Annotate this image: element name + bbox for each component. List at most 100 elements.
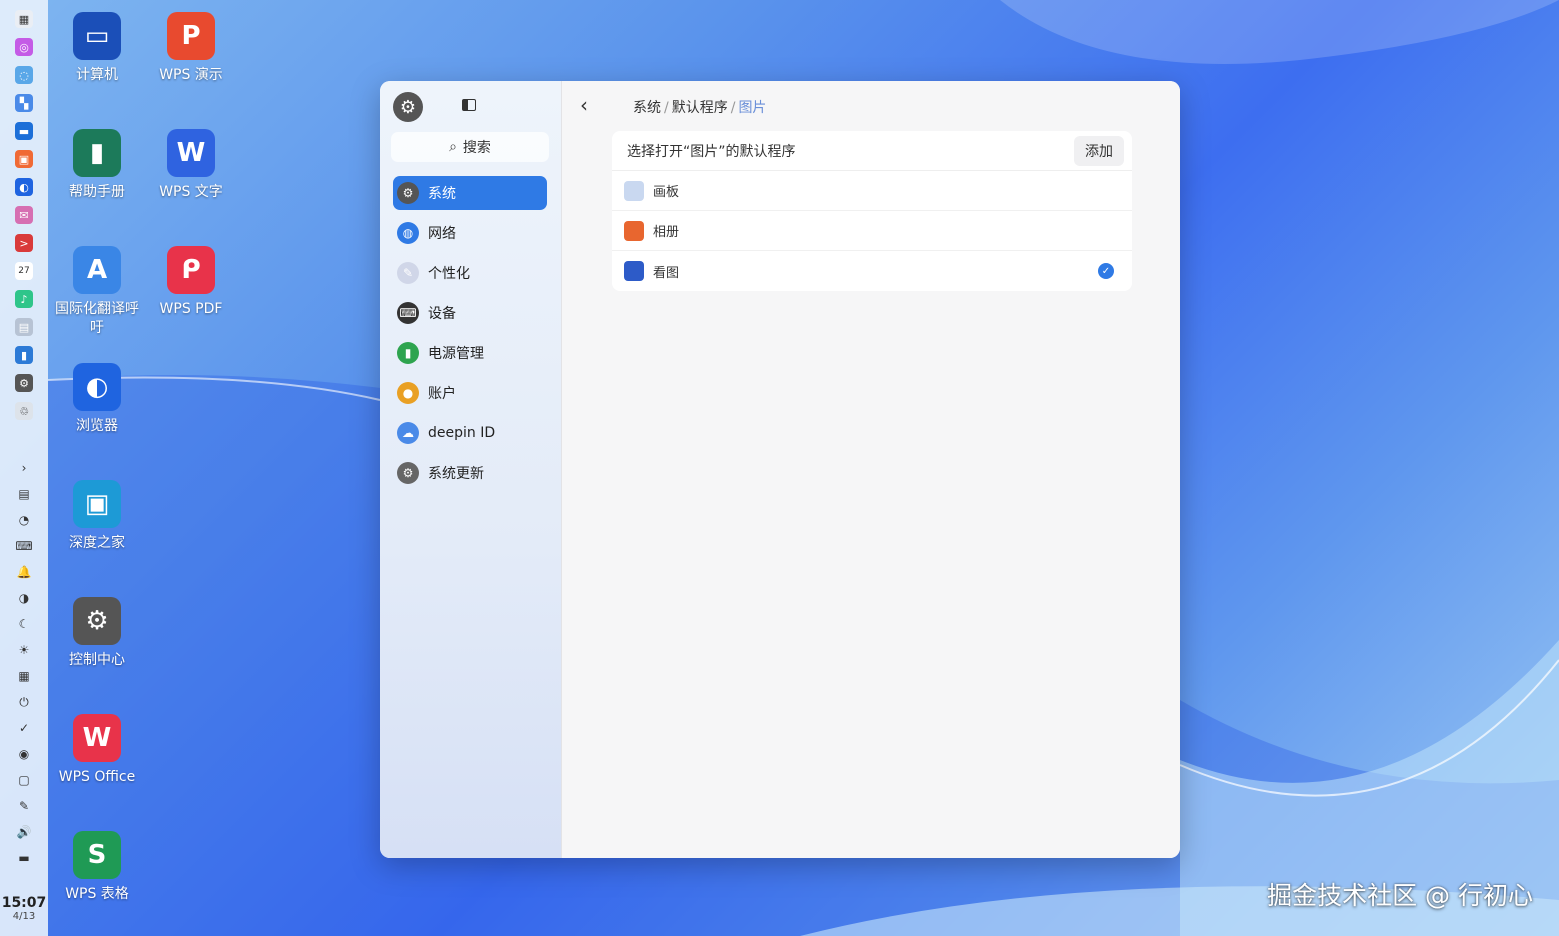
clock-time: 15:07: [1, 895, 47, 911]
desktop-item[interactable]: ◐ 浏览器: [52, 363, 142, 436]
record-icon[interactable]: ◉: [16, 746, 32, 762]
browser-icon[interactable]: ◐: [15, 178, 33, 196]
image-viewer-icon: [624, 261, 644, 281]
personalization-icon: ✎: [397, 262, 419, 284]
desktop-item[interactable]: A 国际化翻译呼吁: [52, 246, 142, 338]
desktop-item[interactable]: P WPS 演示: [146, 12, 236, 85]
power-icon[interactable]: ⏻: [16, 694, 32, 710]
deepin-home-icon: ▣: [73, 480, 121, 528]
search-app-icon[interactable]: ◌: [15, 66, 33, 84]
breadcrumb-system[interactable]: 系统: [633, 100, 661, 116]
back-button[interactable]: ‹: [580, 95, 596, 117]
panel-title: 选择打开“图片”的默认程序: [627, 143, 796, 160]
desktop-item[interactable]: ▮ 帮助手册: [52, 129, 142, 202]
browser-icon: ◐: [73, 363, 121, 411]
help-manual-icon: ▮: [73, 129, 121, 177]
device-manager-icon[interactable]: ▮: [15, 346, 33, 364]
system-icon: ⚙: [397, 182, 419, 204]
desktop-item-label: WPS 表格: [65, 886, 129, 902]
chevron-right-icon[interactable]: ›: [16, 460, 32, 476]
app-option-row[interactable]: 画板: [612, 171, 1132, 211]
desktop-item[interactable]: W WPS Office: [52, 714, 142, 787]
sidebar-item-label: 个性化: [428, 266, 470, 282]
desktop-item-label: 计算机: [76, 67, 118, 83]
sidebar-item-label: 系统更新: [428, 466, 484, 482]
volume-icon[interactable]: 🔊: [16, 824, 32, 840]
search-icon: ⌕: [449, 139, 457, 155]
desktop-item[interactable]: ᑭ WPS PDF: [146, 246, 236, 319]
manual-icon[interactable]: ▤: [15, 318, 33, 336]
desktop-item[interactable]: W WPS 文字: [146, 129, 236, 202]
trash-icon[interactable]: ♲: [15, 402, 33, 420]
brightness-icon[interactable]: ☀: [16, 642, 32, 658]
desktop-item-label: WPS 文字: [159, 184, 223, 200]
checkmark-icon: ✓: [1098, 263, 1114, 279]
search-placeholder: 搜索: [462, 140, 491, 156]
power-management-icon: ▮: [397, 342, 419, 364]
pen-icon[interactable]: ✎: [16, 798, 32, 814]
wps-spreadsheet-icon: S: [73, 831, 121, 879]
breadcrumb-default-apps[interactable]: 默认程序: [672, 100, 728, 116]
titlebar: ‹ 系统/默认程序/图片 ☰ — ☐ ✕: [562, 81, 1180, 131]
add-button[interactable]: 添加: [1074, 135, 1124, 166]
app-option-row[interactable]: 相册: [612, 211, 1132, 251]
sidebar-item[interactable]: ✎ 个性化: [393, 256, 547, 290]
desktop-item-label: 国际化翻译呼吁: [55, 301, 139, 336]
app-list: 画板相册看图 ✓: [612, 171, 1132, 291]
contrast-icon[interactable]: ◑: [16, 590, 32, 606]
store-bag-icon[interactable]: ▣: [15, 150, 33, 168]
desktop-item[interactable]: ⚙ 控制中心: [52, 597, 142, 670]
dock-tool-list: › ▤ ◔ ⌨ 🔔 ◑ ☾ ☀ ▦ ⏻ ✓ ◉ ▢ ✎ 🔊 ▬: [15, 450, 32, 866]
app-option-label: 相册: [653, 225, 680, 240]
search-input[interactable]: ⌕ 搜索: [391, 132, 549, 162]
bell-icon[interactable]: 🔔: [16, 564, 32, 580]
control-center-logo-icon: ⚙: [393, 92, 423, 122]
keyboard-layout-icon[interactable]: ▦: [16, 668, 32, 684]
sidebar-item-label: 账户: [428, 386, 456, 402]
desktop-item[interactable]: S WPS 表格: [52, 831, 142, 904]
control-center-icon: ⚙: [73, 597, 121, 645]
app-option-row[interactable]: 看图 ✓: [612, 251, 1132, 291]
computer-icon: ▭: [73, 12, 121, 60]
wps-pdf-icon: ᑭ: [167, 246, 215, 294]
sidebar-item[interactable]: ◍ 网络: [393, 216, 547, 250]
multitask-icon[interactable]: ▚: [15, 94, 33, 112]
breadcrumb: 系统 / 默认程序 / 图片: [633, 100, 767, 116]
update-icon: ⚙: [397, 462, 419, 484]
sidebar-item[interactable]: ⚙ 系统更新: [393, 456, 547, 490]
control-center-icon[interactable]: ⚙: [15, 374, 33, 392]
sidebar-item[interactable]: ▮ 电源管理: [393, 336, 547, 370]
desktop-item[interactable]: ▭ 计算机: [52, 12, 142, 85]
graph-icon[interactable]: ◔: [16, 512, 32, 528]
sidebar-item-label: 设备: [428, 306, 456, 322]
terminal-icon[interactable]: >: [15, 234, 33, 252]
dock-clock[interactable]: 15:07 4/13: [0, 895, 48, 922]
desktop-item-label: 帮助手册: [69, 184, 125, 200]
menu-button[interactable]: ☰: [1174, 93, 1181, 119]
launcher-icon[interactable]: ▦: [15, 10, 33, 28]
clipboard-icon[interactable]: ▤: [16, 486, 32, 502]
screenshot-icon[interactable]: ▢: [16, 772, 32, 788]
sidebar-item-label: 网络: [428, 226, 456, 242]
app-store-icon[interactable]: ◎: [15, 38, 33, 56]
toggle-icon[interactable]: ▬: [16, 850, 32, 866]
sidebar-item[interactable]: ● 账户: [393, 376, 547, 410]
sidebar-item[interactable]: ⌨ 设备: [393, 296, 547, 330]
album-icon: [624, 220, 644, 241]
check-circle-icon[interactable]: ✓: [16, 720, 32, 736]
sidebar-item[interactable]: ☁ deepin ID: [393, 416, 547, 450]
wps-presentation-icon: P: [167, 12, 215, 60]
music-icon[interactable]: ♪: [15, 290, 33, 308]
file-manager-icon[interactable]: ▬: [15, 122, 33, 140]
calendar-icon[interactable]: 27: [15, 262, 33, 280]
moon-icon[interactable]: ☾: [16, 616, 32, 632]
keyboard-icon[interactable]: ⌨: [15, 538, 32, 554]
network-icon: ◍: [397, 222, 419, 244]
desktop-item-label: WPS PDF: [159, 301, 223, 317]
desktop-item[interactable]: ▣ 深度之家: [52, 480, 142, 553]
translate-icon: A: [73, 246, 121, 294]
sidebar-toggle-icon[interactable]: [462, 99, 476, 111]
default-app-panel: 选择打开“图片”的默认程序 添加 画板相册看图 ✓: [612, 131, 1132, 291]
sidebar-item[interactable]: ⚙ 系统: [393, 176, 547, 210]
mail-icon[interactable]: ✉: [15, 206, 33, 224]
